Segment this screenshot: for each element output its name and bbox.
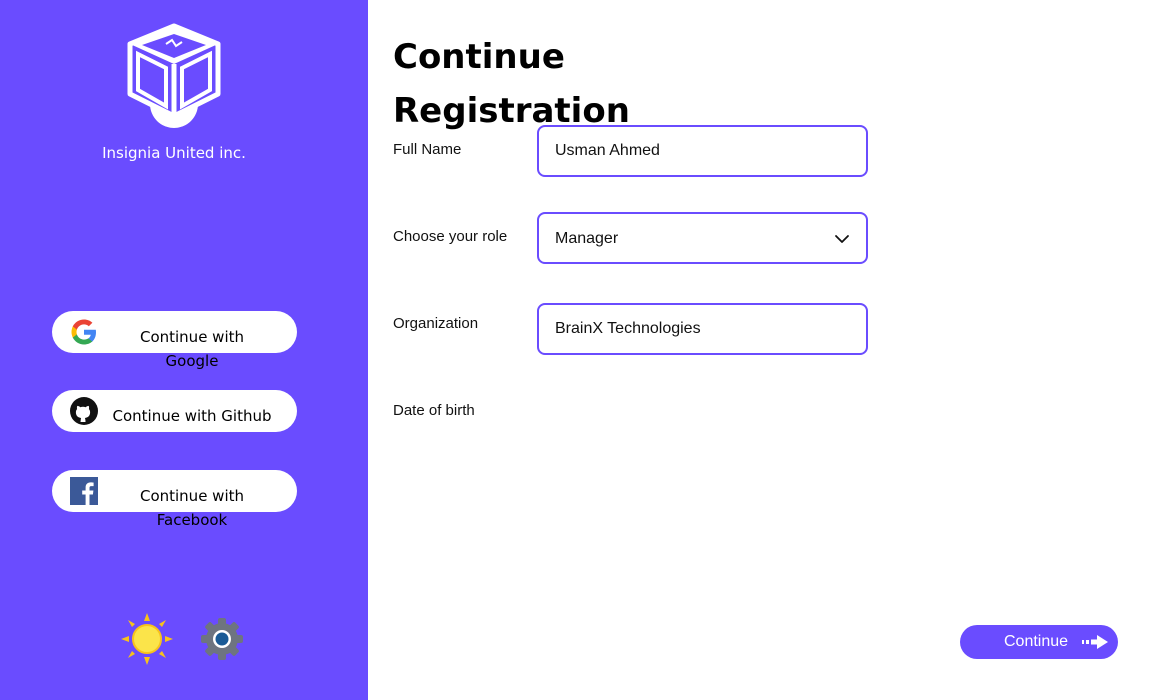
arrow-right-icon [1082, 635, 1108, 649]
role-select-value: Manager [555, 230, 619, 247]
role-select[interactable]: Manager [537, 212, 868, 264]
sun-icon[interactable] [120, 612, 174, 666]
continue-with-google-button[interactable]: Continue with Google [52, 311, 297, 370]
continue-with-facebook-button[interactable]: Continue with Facebook [52, 470, 297, 529]
continue-button[interactable]: Continue [960, 625, 1118, 659]
github-icon [70, 397, 98, 425]
facebook-button-label: Continue with Facebook [139, 487, 245, 529]
organization-label: Organization [393, 315, 479, 332]
continue-with-github-button[interactable]: Continue with Github [52, 390, 297, 432]
github-button-label: Continue with Github [112, 407, 272, 425]
role-label: Choose your role [393, 228, 508, 245]
company-name: Insignia United inc. [102, 144, 246, 162]
gear-icon[interactable] [199, 616, 245, 662]
facebook-icon [70, 477, 98, 505]
page-title: Continue Registration [393, 37, 630, 131]
organization-input[interactable] [537, 303, 868, 355]
sidebar: Insignia United inc. Continue with Googl… [0, 0, 368, 700]
full-name-input[interactable] [537, 125, 868, 177]
date-of-birth-label: Date of birth [393, 402, 475, 419]
continue-button-label: Continue [1004, 633, 1069, 650]
google-icon [71, 319, 96, 345]
chevron-down-icon [835, 235, 849, 243]
cube-logo-icon [127, 23, 221, 128]
google-button-label: Continue with Google [139, 328, 245, 370]
full-name-label: Full Name [393, 141, 462, 158]
